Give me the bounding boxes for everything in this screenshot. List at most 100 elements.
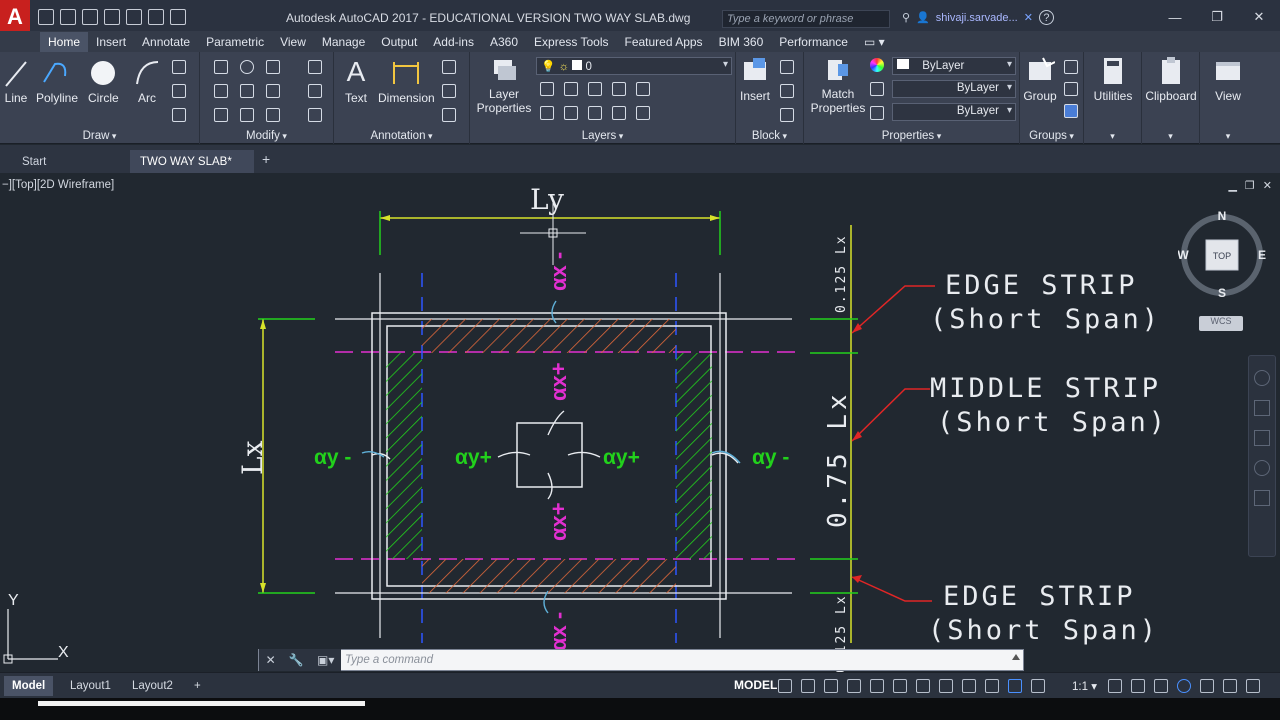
ribbon-options-icon[interactable]: ▭ ▾ (856, 32, 893, 52)
ungroup-icon[interactable] (1064, 60, 1078, 74)
panel-block-title[interactable]: Block (736, 130, 803, 142)
array-icon[interactable] (266, 108, 280, 122)
annotation-monitor-icon[interactable] (1131, 679, 1145, 693)
compass-s[interactable]: S (1218, 286, 1226, 300)
tab-two-way-slab[interactable]: TWO WAY SLAB* (130, 150, 254, 173)
panel-groups-title[interactable]: Groups (1020, 130, 1083, 142)
middle-strip-label[interactable]: MIDDLE STRIP (930, 373, 1161, 404)
new-tab-icon[interactable]: + (262, 151, 270, 167)
tab-parametric[interactable]: Parametric (198, 32, 272, 52)
ax-neg-bottom-label[interactable]: αx - (546, 612, 571, 651)
help-icon[interactable]: ? (1038, 10, 1054, 25)
orbit-icon[interactable] (1254, 460, 1270, 476)
polar-icon[interactable] (847, 679, 861, 693)
erase-icon[interactable] (308, 60, 322, 74)
command-customize-icon[interactable]: 🔧 (289, 653, 304, 667)
edge-strip-2-label[interactable]: EDGE STRIP (943, 581, 1136, 612)
selection-cycling-icon[interactable] (985, 679, 999, 693)
ay-neg-right-label[interactable]: αy - (752, 446, 789, 469)
tab-home[interactable]: Home (40, 31, 89, 52)
command-close-icon[interactable]: ✕ (266, 653, 276, 667)
search-input[interactable]: Type a keyword or phrase (722, 10, 890, 28)
tab-express-tools[interactable]: Express Tools (526, 32, 616, 52)
layer-tool-9-icon[interactable] (612, 106, 626, 120)
isodraft-icon[interactable] (870, 679, 884, 693)
markup-icon[interactable] (442, 108, 456, 122)
close-icon[interactable]: ✕ (1238, 6, 1280, 28)
attribute-icon[interactable] (780, 108, 794, 122)
restore-icon[interactable]: ❐ (1196, 6, 1238, 28)
save-as-icon[interactable] (104, 9, 120, 25)
command-prompt-icon[interactable]: ▣▾ (317, 653, 334, 667)
fillet-icon[interactable] (266, 84, 280, 98)
workspace-gear-icon[interactable] (1108, 679, 1122, 693)
minimize-icon[interactable]: — (1154, 6, 1196, 28)
polyline-button[interactable]: Polyline (36, 58, 78, 105)
explode-icon[interactable] (308, 84, 322, 98)
tab-layout2[interactable]: Layout2 (124, 676, 181, 696)
layer-tool-8-icon[interactable] (588, 106, 602, 120)
auto-scale-icon[interactable] (1031, 679, 1045, 693)
slab-outer-outline[interactable] (371, 312, 727, 600)
ay-pos-left-label[interactable]: αy+ (455, 446, 492, 469)
group-edit-icon[interactable] (1064, 82, 1078, 96)
grid-icon[interactable] (778, 679, 792, 693)
tab-view[interactable]: View (272, 32, 314, 52)
tab-start[interactable]: Start (12, 150, 56, 173)
color-dropdown[interactable]: ByLayer (892, 57, 1016, 75)
steeringwheel-icon[interactable] (1254, 370, 1270, 386)
lineweight-icon[interactable] (870, 106, 884, 120)
units-icon[interactable] (1154, 679, 1168, 693)
showmotion-icon[interactable] (1254, 490, 1270, 506)
isolate-objects-icon[interactable] (1177, 679, 1191, 693)
compass-n[interactable]: N (1218, 209, 1227, 223)
match-properties-button[interactable]: Match Properties (810, 56, 866, 115)
annotation-scale[interactable]: 1:1 ▾ (1072, 679, 1097, 693)
zoom-extents-icon[interactable] (1254, 430, 1270, 446)
utilities-button[interactable]: Utilities (1088, 56, 1138, 103)
layer-tool-4-icon[interactable] (612, 82, 626, 96)
offset-icon[interactable] (308, 108, 322, 122)
new-icon[interactable] (38, 9, 54, 25)
customization-icon[interactable] (1246, 679, 1260, 693)
tab-a360[interactable]: A360 (482, 32, 526, 52)
layer-tool-6-icon[interactable] (540, 106, 554, 120)
compass-w[interactable]: W (1177, 248, 1189, 262)
group-select-icon[interactable] (1064, 104, 1078, 118)
dimension-button[interactable]: Dimension (378, 58, 435, 105)
tab-featured-apps[interactable]: Featured Apps (617, 32, 711, 52)
exchange-icon[interactable]: ✕ (1024, 11, 1033, 24)
ax-pos-top-label[interactable]: αx+ (546, 362, 571, 401)
edit-block-icon[interactable] (780, 84, 794, 98)
layer-dropdown[interactable]: 💡 ☼ 0 (536, 57, 732, 75)
layer-tool-5-icon[interactable] (636, 82, 650, 96)
ly-label[interactable]: Ly (530, 183, 564, 216)
clipboard-expand-icon[interactable]: ▾ (1142, 131, 1199, 142)
tab-model[interactable]: Model (4, 676, 54, 696)
lx-left-label[interactable]: Lx (236, 440, 269, 475)
gradient-icon[interactable] (172, 108, 186, 122)
linetype-dropdown[interactable]: ByLayer (892, 80, 1016, 98)
middle-strip-sub-label[interactable]: (Short Span) (937, 407, 1168, 438)
ay-neg-left-label[interactable]: αy - (314, 446, 351, 469)
panel-draw-title[interactable]: Draw (0, 130, 199, 142)
command-line[interactable]: ✕ 🔧 ▣▾ Type a command (258, 649, 1024, 671)
layer-properties-button[interactable]: Layer Properties (476, 56, 532, 115)
command-history-icon[interactable] (1012, 654, 1020, 660)
panel-properties-title[interactable]: Properties (804, 130, 1019, 142)
view-button[interactable]: View (1204, 56, 1252, 103)
top-edge-strip-hatch[interactable] (422, 319, 676, 353)
tab-layout1[interactable]: Layout1 (62, 676, 119, 696)
linetype-icon[interactable] (870, 82, 884, 96)
scale-icon[interactable] (240, 108, 254, 122)
group-button[interactable]: Group (1022, 56, 1058, 103)
arc-button[interactable]: Arc (134, 58, 160, 105)
lx-top-label[interactable]: 0.125 Lx (834, 234, 849, 313)
mirror-icon[interactable] (240, 84, 254, 98)
app-menu-button[interactable]: A (0, 0, 30, 34)
user-name[interactable]: shivaji.sarvade... (936, 12, 1018, 24)
view-expand-icon[interactable]: ▾ (1200, 131, 1256, 142)
panel-modify-title[interactable]: Modify (200, 130, 333, 142)
rectangle-icon[interactable] (172, 60, 186, 74)
ay-pos-right-label[interactable]: αy+ (603, 446, 640, 469)
